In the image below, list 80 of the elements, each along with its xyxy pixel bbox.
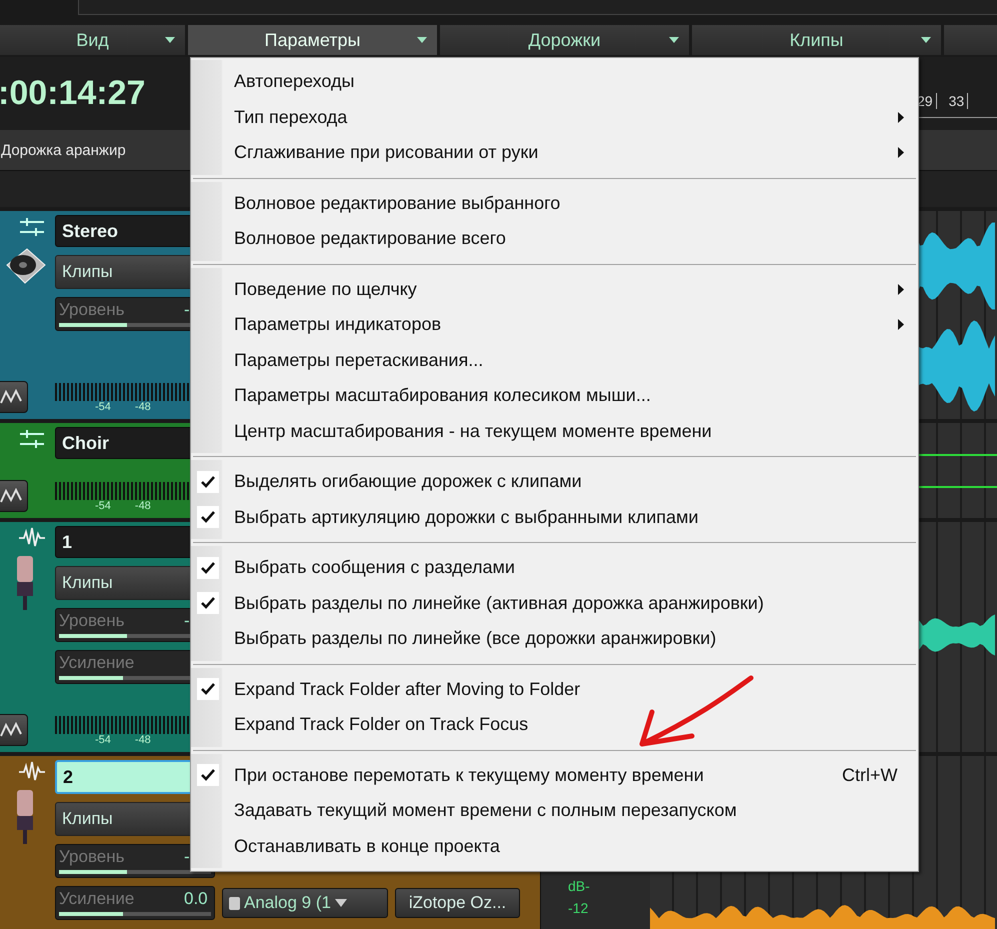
menu-header[interactable]: Параметры	[188, 25, 440, 55]
menu-header[interactable]: Дорожки	[440, 25, 692, 55]
slider-label: Уровень	[59, 847, 124, 867]
submenu-arrow-icon	[898, 112, 904, 123]
effect-button[interactable]: iZotope Oz...	[395, 888, 520, 918]
meter-scale-label: -54	[95, 734, 111, 746]
menu-item-label: Выбрать артикуляцию дорожки с выбранными клипами	[234, 506, 698, 528]
menu-item-label: При останове перемотать к текущему моменту времени	[234, 764, 704, 786]
menu-item-label: Expand Track Folder after Moving to Folder	[234, 678, 580, 700]
menu-item-label: Параметры масштабирования колесиком мыши...	[234, 385, 651, 406]
plugin-dropdown[interactable]: Analog 9 (1	[222, 888, 388, 918]
menu-item-label: Expand Track Folder on Track Focus	[234, 714, 528, 736]
menu-item[interactable]: При останове перемотать к текущему моменту времени Ctrl+W	[191, 758, 918, 793]
meter-scale-label: -48	[134, 401, 151, 413]
automation-button[interactable]	[0, 381, 28, 413]
db-scale-label: -12	[568, 900, 590, 916]
slider-value: -	[184, 300, 190, 320]
menu-item-label: Сглаживание при рисовании от руки	[234, 142, 538, 164]
menu-item[interactable]: Параметры масштабирования колесиком мыши...	[191, 378, 918, 414]
menu-item-label: Волновое редактирование выбранного	[234, 192, 560, 214]
menu-item-label: Центр масштабирования - на текущем моменте времени	[234, 420, 712, 442]
check-icon	[201, 476, 215, 488]
menu-item-label: Тип перехода	[234, 106, 348, 128]
meter-scale-label: -54	[95, 500, 111, 512]
menu-item-label: Выделять огибающие дорожек с клипами	[234, 471, 582, 492]
shortcut-label: Ctrl+W	[842, 764, 898, 786]
menu-item-label: Волновое редактирование всего	[234, 228, 506, 250]
menu-header[interactable]: Вид	[0, 25, 188, 55]
submenu-arrow-icon	[898, 284, 904, 295]
microphone-icon	[14, 790, 34, 846]
menu-item[interactable]: Волновое редактирование всего	[191, 221, 918, 256]
menu-item-label: Автопереходы	[234, 71, 354, 92]
check-icon	[201, 562, 215, 574]
menu-item[interactable]: Expand Track Folder on Track Focus	[191, 707, 918, 742]
caret-icon	[669, 37, 679, 43]
slider-label: Усиление	[59, 889, 134, 909]
menu-item[interactable]: Волновое редактирование выбранного	[191, 186, 918, 221]
caret-icon	[921, 37, 931, 43]
automation-button[interactable]	[0, 480, 28, 512]
meter-scale-label: -48	[134, 734, 151, 746]
slider-value: -	[184, 847, 190, 867]
menu-item[interactable]: Сглаживание при рисовании от руки	[191, 135, 918, 170]
menu-item-label: Параметры индикаторов	[234, 314, 442, 336]
db-scale-label: dB-	[568, 878, 591, 894]
envelope-icon	[0, 722, 22, 738]
meter-scale-label: -48	[134, 500, 151, 512]
sliders-icon[interactable]	[18, 427, 46, 451]
caret-icon	[417, 37, 427, 43]
check-icon	[201, 597, 215, 610]
check-icon	[201, 683, 215, 696]
arranger-track-label: Дорожка аранжир	[1, 142, 126, 158]
menu-item[interactable]: Выделять огибающие дорожек с клипами	[191, 464, 918, 500]
menu-item-label: Параметры перетаскивания...	[234, 350, 484, 371]
check-icon	[201, 769, 215, 782]
menu-item-label: Выбрать разделы по линейке (все дорожки аранжировки)	[234, 628, 716, 650]
ruler-label: 33	[948, 93, 968, 109]
track-slider[interactable]: Усиление 0.0	[55, 886, 215, 920]
caret-icon	[165, 37, 175, 43]
submenu-arrow-icon	[898, 319, 904, 330]
power-icon	[229, 896, 240, 910]
menu-header[interactable]: Клипы	[692, 25, 944, 55]
caret-icon	[334, 899, 347, 907]
envelope-icon	[0, 389, 22, 405]
envelope-icon	[0, 488, 22, 504]
menu-item[interactable]: Выбрать артикуляцию дорожки с выбранными клипами	[191, 500, 918, 535]
slider-value: 0.0	[184, 889, 208, 909]
slider-label: Уровень	[59, 300, 124, 320]
check-icon	[201, 511, 215, 524]
time-display: :00:14:27	[0, 74, 146, 113]
submenu-arrow-icon	[898, 147, 904, 158]
menu-item-label: Останавливать в конце проекта	[234, 836, 500, 857]
menu-item[interactable]: Параметры перетаскивания...	[191, 342, 918, 378]
microphone-icon	[14, 556, 34, 612]
sliders-icon[interactable]	[18, 215, 46, 239]
slider-label: Усиление	[59, 653, 134, 673]
menu-item[interactable]: Центр масштабирования - на текущем моменте времени	[191, 414, 918, 449]
slider-value: -	[184, 611, 190, 631]
automation-button[interactable]	[0, 714, 28, 746]
meter-scale-label: -54	[95, 401, 111, 413]
slider-label: Уровень	[59, 611, 124, 631]
